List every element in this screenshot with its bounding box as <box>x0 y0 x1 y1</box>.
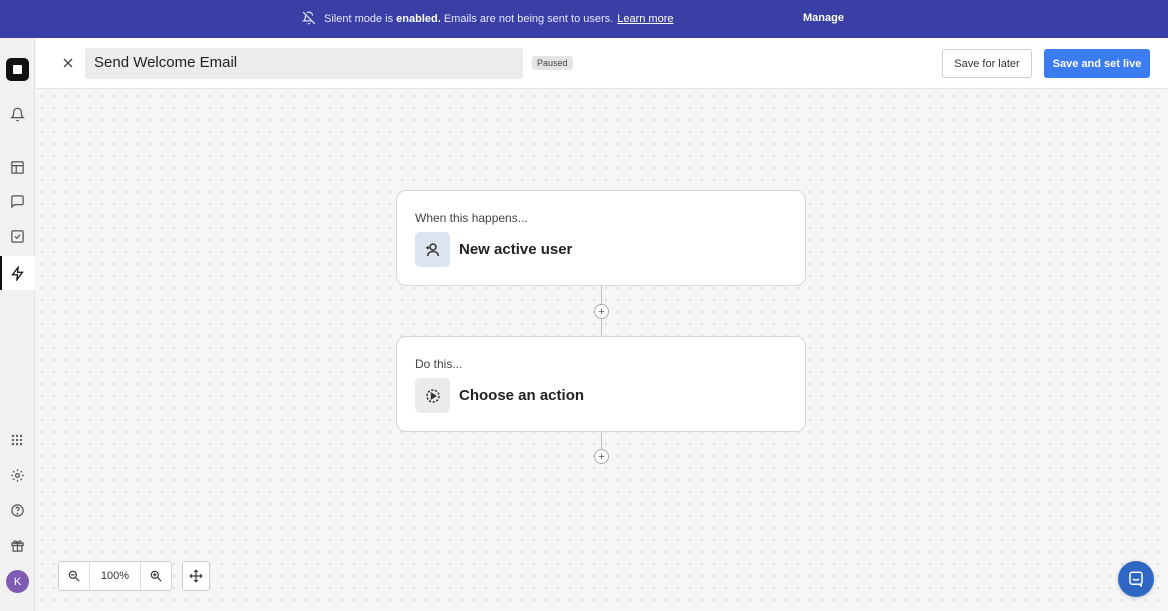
workflow-canvas[interactable]: When this happens... New active user + D… <box>36 90 1168 611</box>
move-icon[interactable] <box>182 561 210 591</box>
logo[interactable] <box>6 58 29 81</box>
learn-more-link[interactable]: Learn more <box>617 13 673 25</box>
zoom-controls: 100% <box>58 561 172 591</box>
bell-icon[interactable] <box>8 105 26 123</box>
zoom-level: 100% <box>89 562 141 590</box>
action-card[interactable]: Do this... Choose an action <box>396 336 806 432</box>
banner-prefix: Silent mode is <box>324 13 394 25</box>
trigger-card[interactable]: When this happens... New active user <box>396 190 806 286</box>
chat-launcher-icon[interactable] <box>1118 561 1154 597</box>
workflow-title-input[interactable]: Send Welcome Email <box>85 48 523 79</box>
sidebar: K <box>0 38 35 611</box>
action-value: Choose an action <box>459 387 585 404</box>
editor-header: Send Welcome Email Paused Save for later… <box>36 38 1168 89</box>
save-for-later-button[interactable]: Save for later <box>942 49 1032 78</box>
trigger-value: New active user <box>459 241 573 258</box>
layout-icon[interactable] <box>8 158 26 176</box>
user-plus-icon <box>415 232 450 267</box>
help-icon[interactable] <box>8 501 26 519</box>
add-step-button[interactable]: + <box>594 304 609 319</box>
banner-message: Silent mode is enabled. Emails are not b… <box>301 0 673 38</box>
banner-bold: enabled. <box>396 13 441 25</box>
gear-icon[interactable] <box>8 466 26 484</box>
avatar[interactable]: K <box>6 570 29 593</box>
bolt-icon[interactable] <box>8 264 26 282</box>
status-badge: Paused <box>532 56 573 70</box>
play-circle-icon <box>415 378 450 413</box>
message-icon[interactable] <box>8 192 26 210</box>
bell-off-icon <box>301 11 316 28</box>
apps-icon[interactable] <box>8 431 26 449</box>
save-and-set-live-button[interactable]: Save and set live <box>1044 49 1150 78</box>
connector-line <box>601 432 602 450</box>
zoom-out-icon[interactable] <box>59 562 89 590</box>
gift-icon[interactable] <box>8 536 26 554</box>
manage-button[interactable]: Manage <box>803 12 844 24</box>
close-icon[interactable] <box>60 55 76 71</box>
zoom-in-icon[interactable] <box>141 562 171 590</box>
banner-suffix: Emails are not being sent to users. <box>443 13 614 25</box>
add-step-button[interactable]: + <box>594 449 609 464</box>
silent-mode-banner: Silent mode is enabled. Emails are not b… <box>0 0 1168 38</box>
action-label: Do this... <box>415 357 463 371</box>
trigger-label: When this happens... <box>415 211 528 225</box>
checklist-icon[interactable] <box>8 227 26 245</box>
